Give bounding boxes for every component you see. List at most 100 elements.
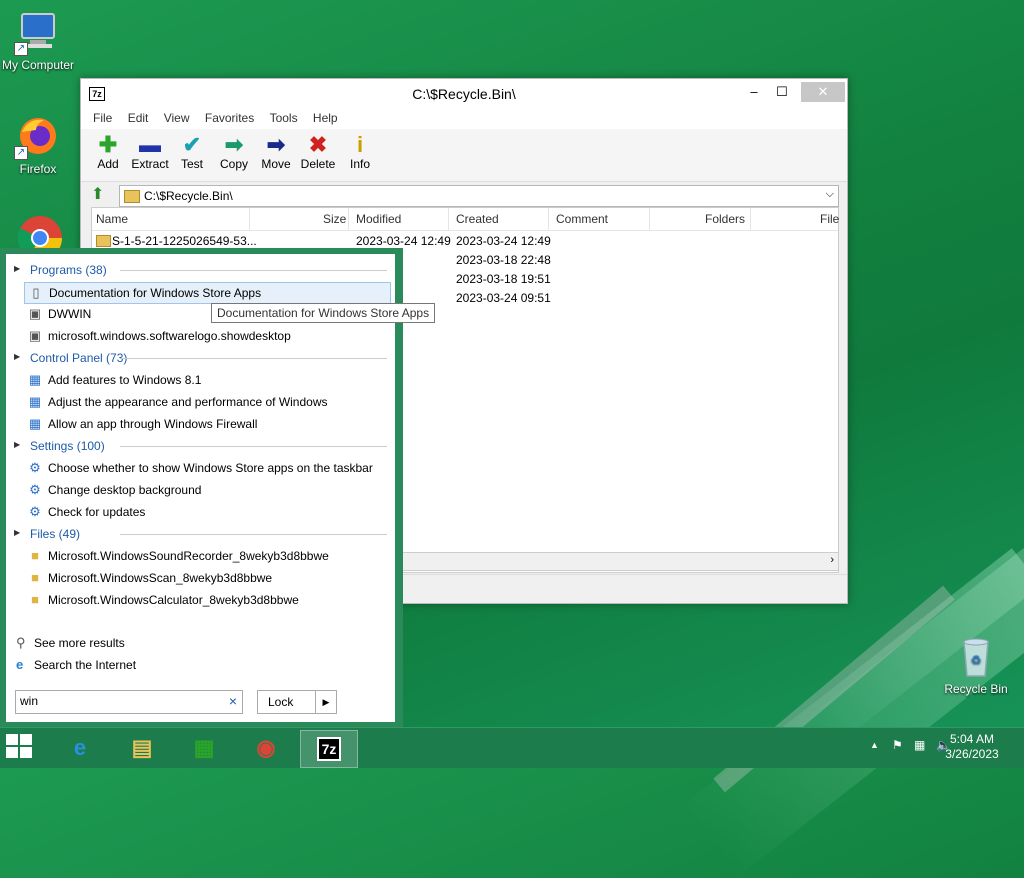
desktop-icon-recycle-bin[interactable]: ♻ Recycle Bin [936,632,1016,696]
taskbar-app-button[interactable]: ▤ [114,730,170,766]
7zip-icon: 7z [316,737,342,761]
gear-icon: ⚙ [29,460,41,475]
divider [120,270,387,271]
minimize-button[interactable]: – [741,82,767,102]
folder-icon: ■ [31,548,39,563]
chevron-down-icon[interactable]: ⌵ [826,188,834,201]
desktop-icon-firefox[interactable]: ↗ Firefox [0,112,76,176]
search-result-item[interactable]: ▦ Allow an app through Windows Firewall [24,414,391,434]
search-result-item[interactable]: ■ Microsoft.WindowsCalculator_8wekyb3d8bb… [24,590,391,610]
document-icon: ▯ [32,285,40,300]
toolbar-delete-button[interactable]: ✖ Delete [297,132,339,172]
info-icon: i [356,132,364,157]
column-name[interactable]: Name [96,212,128,226]
toolbar-label: Move [261,157,291,171]
taskbar-app-button[interactable]: ◉ [238,730,294,766]
toolbar-label: Test [180,157,203,171]
network-icon[interactable]: ▦ [914,738,925,752]
toolbar-copy-button[interactable]: ➡ Copy [213,133,255,172]
menu-view[interactable]: View [158,109,196,127]
computer-icon: ↗ [14,8,62,56]
toolbar-label: Copy [219,157,248,171]
divider [120,446,387,447]
search-result-item[interactable]: ⚙ Check for updates [24,502,391,522]
menu-file[interactable]: File [87,109,118,127]
toolbar-label: Info [349,157,370,171]
column-files[interactable]: File [820,212,839,226]
search-group-header[interactable]: ▶ Settings (100) [10,436,391,456]
chrome-icon [17,216,62,248]
menu-help[interactable]: Help [307,109,344,127]
title-bar[interactable]: 7z C:\$Recycle.Bin\ – ☐ ✕ [81,79,847,109]
toolbar-add-button[interactable]: ✚ Add [87,133,129,172]
desktop-icon-label: Recycle Bin [944,682,1008,696]
search-group-header[interactable]: ▶ Programs (38) [10,260,391,280]
column-size[interactable]: Size [323,212,346,226]
toolbar: ✚ Add ▬ Extract ✔ Test ➡ Copy ➡ Move ✖ Delete i Info [81,129,847,182]
magnifier-icon: ⚲ [16,635,26,650]
taskbar-app-button[interactable]: ▦ [176,730,232,766]
search-result-item[interactable]: ⚙ Choose whether to show Windows Store ap… [24,458,391,478]
toolbar-move-button[interactable]: ➡ Move [255,133,297,172]
clear-search-icon[interactable]: × [229,693,237,709]
address-input[interactable]: C:\$Recycle.Bin\ ⌵ [119,185,839,207]
column-comment[interactable]: Comment [556,212,608,226]
menu-favorites[interactable]: Favorites [199,109,260,127]
close-button[interactable]: ✕ [801,82,845,102]
gear-icon: ⚙ [29,504,41,519]
search-result-item[interactable]: ▯ Documentation for Windows Store Apps [24,282,391,304]
taskbar-app-button[interactable]: 7z [300,730,358,768]
toolbar-info-button[interactable]: i Info [339,132,381,172]
search-result-item[interactable]: ▦ Add features to Windows 8.1 [24,370,391,390]
divider [120,534,387,535]
lock-button[interactable]: Lock ▶ [257,690,337,714]
search-group-header[interactable]: ▶ Control Panel (73) [10,348,391,368]
firefox-icon: ↗ [14,112,62,160]
show-hidden-icons-icon[interactable]: ▲ [870,740,879,750]
taskbar-app-button[interactable]: e [52,730,108,766]
folder-icon [124,190,140,203]
address-path: C:\$Recycle.Bin\ [144,189,233,203]
folder-icon [96,235,111,247]
delete-x-icon: ✖ [308,132,328,157]
column-modified[interactable]: Modified [356,212,401,226]
cell-modified: 2023-03-24 12:49 [356,234,451,248]
search-input-box[interactable]: × [15,690,243,714]
arrow-right-icon[interactable]: ▶ [315,691,336,713]
search-group-header[interactable]: ▶ Files (49) [10,524,391,544]
column-folders[interactable]: Folders [705,212,745,226]
firewall-icon: ▦ [28,416,42,431]
action-center-icon[interactable]: ⚑ [892,738,903,752]
tooltip: Documentation for Windows Store Apps [211,303,436,323]
clock-date: 3/26/2023 [945,747,999,761]
toolbar-test-button[interactable]: ✔ Test [171,133,213,172]
search-result-item[interactable]: ▣ microsoft.windows.softwarelogo.showdesk… [24,326,391,346]
toolbar-extract-button[interactable]: ▬ Extract [129,133,171,172]
app-window-icon: ▣ [28,328,42,343]
windows-logo-icon [6,734,18,745]
search-result-item[interactable]: ■ Microsoft.WindowsSoundRecorder_8wekyb3d… [24,546,391,566]
up-folder-icon[interactable]: ⬆ [91,186,109,204]
search-result-item[interactable]: ▦ Adjust the appearance and performance o… [24,392,391,412]
maximize-button[interactable]: ☐ [769,82,795,102]
toolbar-label: Add [97,157,119,171]
folder-icon: ■ [31,592,39,607]
system-tray: ▲ ⚑ ▦ 🔈 5:04 AM 3/26/2023 [844,728,1024,768]
lock-label: Lock [268,695,294,709]
divider [120,358,387,359]
search-results: ▶ Programs (38) ▯ Documentation for Windows… [6,254,395,722]
desktop-icon-my-computer[interactable]: ↗ My Computer [0,8,76,72]
expand-triangle-icon: ▶ [14,440,21,449]
start-button[interactable] [6,734,36,762]
column-created[interactable]: Created [456,212,499,226]
menu-tools[interactable]: Tools [264,109,304,127]
scroll-right-icon[interactable]: › [830,554,834,566]
desktop-icon-chrome[interactable] [16,214,64,248]
desktop-icon-label: My Computer [1,58,75,72]
search-result-item[interactable]: ⚙ Change desktop background [24,480,391,500]
menu-edit[interactable]: Edit [122,109,155,127]
clock[interactable]: 5:04 AM 3/26/2023 [942,732,1002,762]
search-result-item[interactable]: ■ Microsoft.WindowsScan_8wekyb3d8bbwe [24,568,391,588]
cell-created: 2023-03-24 12:49 [456,234,551,248]
search-input[interactable] [20,694,210,708]
